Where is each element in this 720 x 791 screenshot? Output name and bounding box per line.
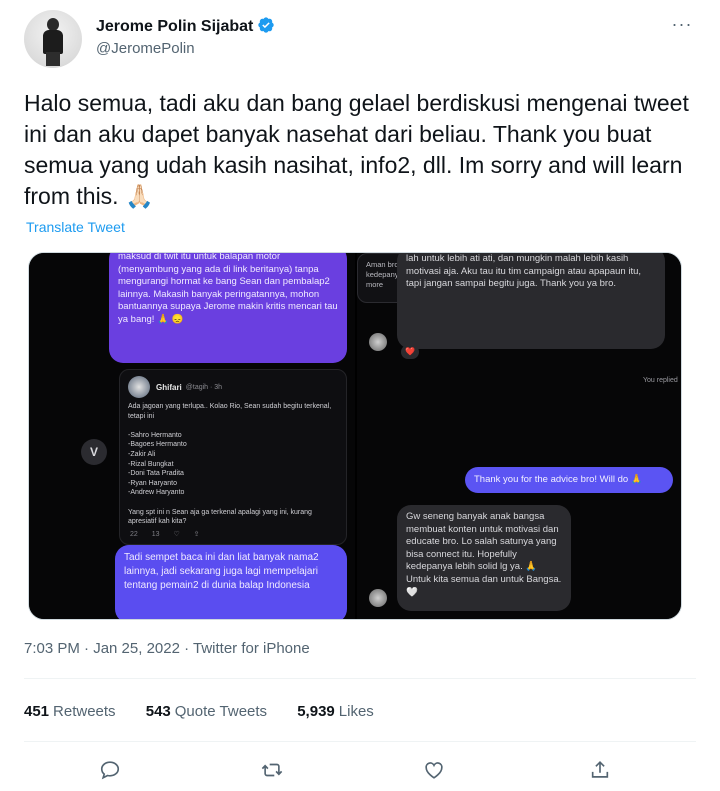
reply-icon (100, 761, 120, 780)
embedded-tweet-card: Ghifari @tagih · 3h Ada jagoan yang terl… (119, 369, 347, 545)
likes-label: Likes (338, 703, 374, 720)
author-avatar[interactable] (24, 10, 82, 68)
action-bar (24, 755, 696, 785)
embedded-tweet-meta: @tagih · 3h (185, 383, 223, 391)
media-image-left[interactable]: maksud di twit itu untuk balapan motor (… (29, 253, 355, 619)
heart-reaction-icon: ❤️ (401, 345, 419, 359)
verified-badge-icon (258, 17, 275, 33)
tweet-text: Halo semua, tadi aku dan bang gelael ber… (24, 90, 689, 209)
share-icon (591, 761, 609, 778)
quote-tweets-label: Quote Tweets (174, 703, 268, 720)
retweet-button[interactable] (254, 755, 290, 785)
tweet-media[interactable]: maksud di twit itu untuk balapan motor (… (28, 252, 682, 620)
retweets-label: Retweets (53, 703, 116, 720)
translate-tweet-link[interactable]: Translate Tweet (26, 219, 125, 235)
media-image-right[interactable]: lah untuk lebih ati ati, dan mungkin mal… (357, 253, 681, 619)
quote-tweets-count: 543 (145, 703, 171, 720)
author-name-row[interactable]: Jerome Polin Sijabat (96, 16, 275, 36)
retweets-stat[interactable]: 451 Retweets (24, 703, 116, 720)
author-display-name[interactable]: Jerome Polin Sijabat (96, 18, 253, 35)
dm-bubble-outgoing-2: Tadi sempet baca ini dan liat banyak nam… (115, 545, 347, 619)
v-icon: V (81, 439, 107, 465)
divider-bottom (24, 741, 696, 742)
embedded-tweet-name: Ghifari (156, 382, 182, 392)
retweet-icon (261, 763, 283, 777)
quote-tweets-stat[interactable]: 543 Quote Tweets (146, 703, 267, 720)
share-button[interactable] (582, 755, 618, 785)
embedded-tweet-body: Ada jagoan yang terlupa.. Kolao Rio, Sea… (128, 403, 332, 526)
likes-count: 5,939 (297, 703, 335, 720)
author-handle[interactable]: @JeromePolin (96, 40, 195, 57)
divider-top (24, 678, 696, 679)
likes-stat[interactable]: 5,939 Likes (297, 703, 374, 720)
dm-bubble-outgoing: maksud di twit itu untuk balapan motor (… (109, 253, 347, 363)
retweets-count: 451 (24, 703, 50, 720)
embedded-tweet-avatar (128, 376, 150, 398)
dm-bubble-incoming-2: Gw seneng banyak anak bangsa membuat kon… (397, 505, 571, 611)
you-replied-label: You replied (643, 377, 678, 384)
dm-bubble-incoming: lah untuk lebih ati ati, dan mungkin mal… (397, 253, 665, 349)
tweet-header: Jerome Polin Sijabat @JeromePolin ··· (24, 10, 696, 68)
tweet-stats: 451 Retweets 543 Quote Tweets 5,939 Likes (24, 703, 400, 720)
more-icon[interactable]: ··· (668, 14, 696, 38)
sender-avatar (369, 333, 387, 351)
tweet-timestamp[interactable]: 7:03 PM · Jan 25, 2022 · Twitter for iPh… (24, 640, 310, 657)
reply-button[interactable] (92, 755, 128, 785)
embedded-tweet-footer: 22 13 ♡ ⇪ (130, 531, 200, 538)
sender-avatar-2 (369, 589, 387, 607)
dm-bubble-my-reply: Thank you for the advice bro! Will do 🙏 (465, 467, 673, 493)
like-icon (425, 762, 443, 779)
like-button[interactable] (416, 755, 452, 785)
